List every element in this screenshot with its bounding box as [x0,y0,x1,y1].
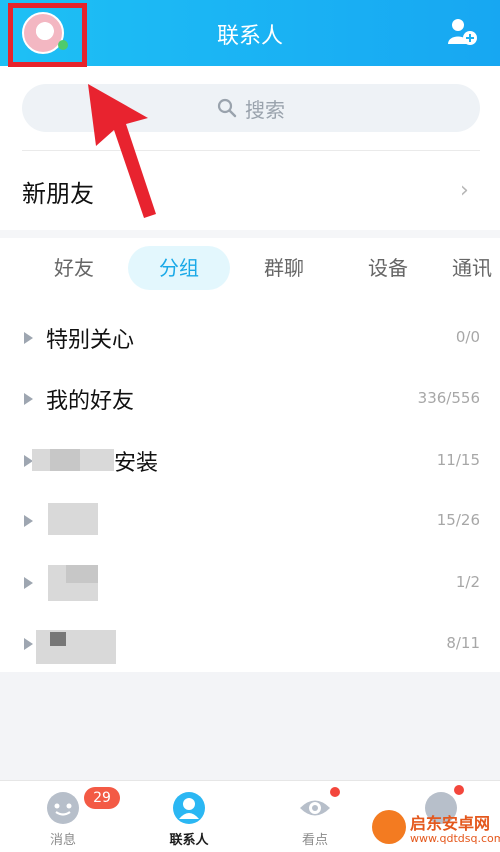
eye-icon [300,800,330,816]
tab-groups[interactable]: 分组 [128,246,230,290]
nav-contacts[interactable]: 联系人 [134,781,244,852]
search-bar[interactable]: 搜索 [22,84,480,132]
section-separator [0,230,500,238]
group-count: 336/556 [417,389,480,407]
unread-badge: 29 [84,787,120,809]
group-count: 0/0 [455,328,480,346]
message-icon [47,792,79,824]
group-name: 特别关心 [46,328,135,353]
group-count: 11/15 [436,451,480,469]
expand-triangle-icon [24,393,33,405]
tab-group-chats[interactable]: 群聊 [240,246,328,290]
search-placeholder: 搜索 [245,97,285,122]
tab-friends[interactable]: 好友 [30,246,118,290]
group-count: 1/2 [455,573,480,591]
tab-devices[interactable]: 设备 [344,246,432,290]
nav-label: 看点 [301,833,328,848]
tab-address-book[interactable]: 通讯 [452,246,500,290]
divider [22,150,480,151]
contacts-icon [173,792,205,824]
notification-dot [330,787,340,797]
group-row[interactable]: 8/11 [0,614,500,674]
nav-discover[interactable]: 看点 [260,781,370,852]
add-friend-icon[interactable] [446,16,478,46]
blurred-text [50,449,80,471]
new-friend-label: 新朋友 [22,180,94,208]
notification-dot [454,785,464,795]
nav-label: 联系人 [169,833,209,848]
group-row[interactable]: 特别关心 0/0 [0,308,500,368]
expand-triangle-icon [24,332,33,344]
blurred-text [50,632,66,646]
blurred-text [36,630,116,664]
expand-triangle-icon [24,577,33,589]
watermark-url: www.qdtdsq.com [410,832,500,845]
group-row[interactable]: 15/26 [0,491,500,551]
group-count: 15/26 [436,511,480,529]
group-count: 8/11 [446,634,480,652]
watermark-logo-icon [372,810,406,844]
group-row[interactable]: 安装 11/15 [0,431,500,491]
expand-triangle-icon [24,515,33,527]
page-title: 联系人 [216,24,283,49]
nav-label: 消息 [49,833,76,848]
group-row[interactable]: 1/2 [0,553,500,613]
nav-messages[interactable]: 29 消息 [8,781,120,852]
group-name: 我的好友 [46,389,135,414]
watermark-title: 启东安卓网 [410,814,491,833]
top-header: 联系人 [0,0,500,67]
group-name: 安装 [114,451,159,476]
group-row[interactable]: 我的好友 336/556 [0,369,500,429]
contact-tabs: 好友 分组 群聊 设备 通讯 [0,246,500,290]
search-icon [217,98,237,118]
expand-triangle-icon [24,638,33,650]
blurred-text [66,565,98,583]
chevron-right-icon: › [460,178,469,203]
empty-area [0,672,500,780]
watermark: 启东安卓网 www.qdtdsq.com [370,806,500,852]
blurred-text [48,503,98,535]
